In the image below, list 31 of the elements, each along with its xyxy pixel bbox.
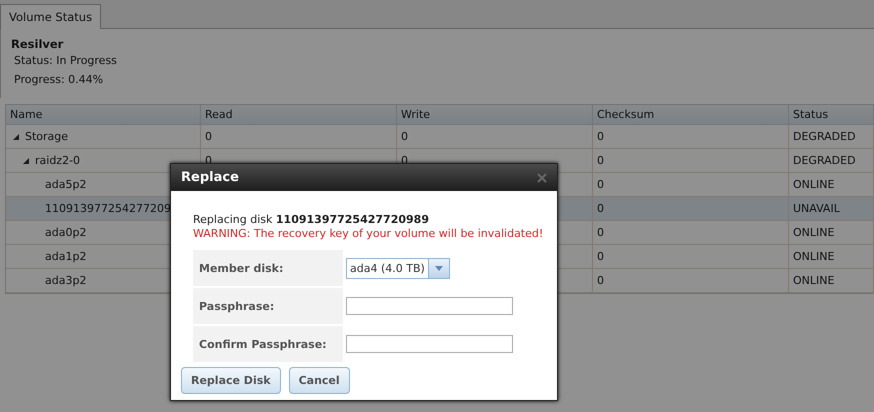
table-cell: Storage — [25, 130, 68, 143]
table-cell: ONLINE — [793, 250, 834, 263]
table-cell: UNAVAIL — [793, 202, 840, 215]
table-cell: DEGRADED — [793, 130, 856, 143]
table-cell: ONLINE — [793, 178, 834, 191]
table-cell: 0 — [597, 274, 604, 287]
table-cell: 0 — [597, 130, 604, 143]
section-title: Resilver — [11, 37, 64, 51]
table-cell: 0 — [401, 130, 408, 143]
table-cell: 0 — [597, 154, 604, 167]
table-cell: 110913977254277209 — [45, 202, 171, 215]
table-cell: raidz2-0 — [35, 154, 80, 167]
table-cell: 0 — [597, 250, 604, 263]
table-cell: ONLINE — [793, 274, 834, 287]
table-cell: DEGRADED — [793, 154, 856, 167]
warning-message: WARNING: The recovery key of your volume will be invalidated! — [193, 227, 544, 240]
table-cell: 0 — [205, 130, 212, 143]
field-label: Passphrase: — [193, 288, 343, 324]
table-cell: 0 — [597, 202, 604, 215]
field-label: Member disk: — [193, 250, 343, 286]
table-cell: ada3p2 — [45, 274, 86, 287]
table-cell: 0 — [597, 178, 604, 191]
table-cell: ada5p2 — [45, 178, 86, 191]
table-cell: ada0p2 — [45, 226, 86, 239]
table-cell: 0 — [597, 226, 604, 239]
dialog-title: Replace — [181, 170, 239, 185]
progress-label: Progress: 0.44% — [14, 73, 104, 86]
field-label: Confirm Passphrase: — [193, 326, 343, 362]
status-label: Status: In Progress — [14, 54, 118, 67]
table-cell: ada1p2 — [45, 250, 86, 263]
table-cell: ONLINE — [793, 226, 834, 239]
